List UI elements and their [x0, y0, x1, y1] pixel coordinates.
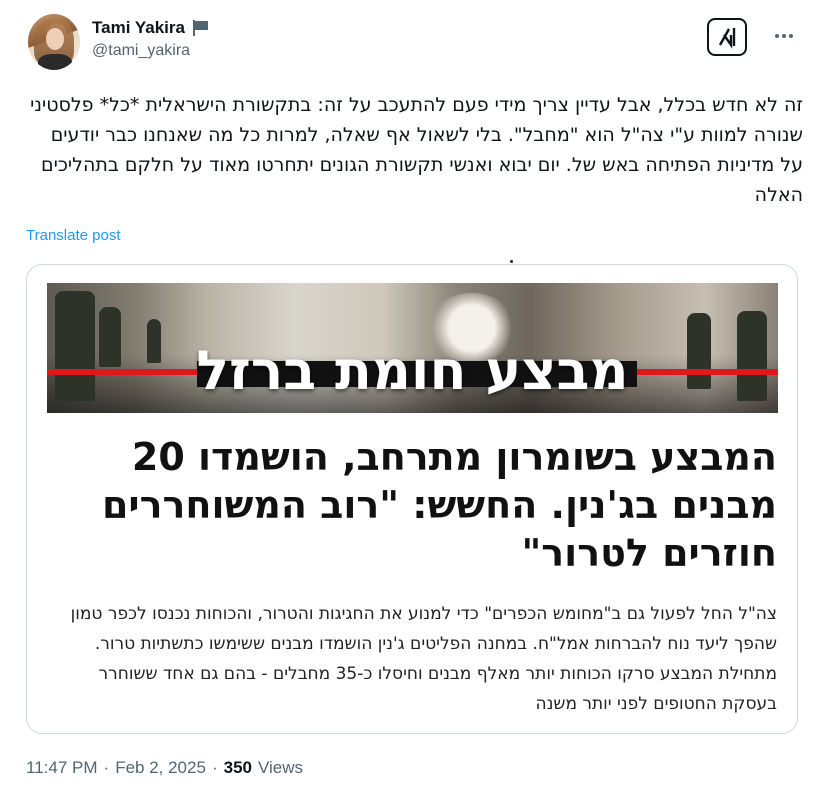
- author-display-name[interactable]: Tami Yakira: [92, 18, 185, 38]
- grok-button[interactable]: [707, 18, 747, 56]
- avatar[interactable]: [28, 14, 80, 70]
- flag-icon: [191, 20, 209, 36]
- article-card[interactable]: מבצע חומת ברזל המבצע בשומרון מתרחב, הושמ…: [26, 264, 798, 734]
- grok-icon: [718, 28, 736, 49]
- card-decoration: [510, 260, 513, 263]
- tweet-date[interactable]: Feb 2, 2025: [115, 758, 206, 778]
- more-icon: [775, 34, 793, 38]
- author-block: Tami Yakira @tami_yakira: [92, 18, 209, 60]
- more-button[interactable]: [769, 24, 799, 48]
- tweet-meta: 11:47 PM · Feb 2, 2025 · 350 Views: [26, 758, 303, 778]
- banner-title: מבצע חומת ברזל: [196, 339, 629, 402]
- translate-post-link[interactable]: Translate post: [26, 227, 121, 244]
- tweet-header: Tami Yakira @tami_yakira: [28, 14, 803, 74]
- views-count[interactable]: 350: [224, 758, 252, 778]
- article-body: צה"ל החל לפעול גם ב"מחומש הכפרים" כדי למ…: [70, 604, 777, 714]
- author-handle[interactable]: @tami_yakira: [92, 42, 209, 60]
- avatar-face: [46, 28, 64, 50]
- article-banner-image: מבצע חומת ברזל: [47, 283, 778, 413]
- views-label[interactable]: Views: [258, 758, 303, 778]
- tweet-time[interactable]: 11:47 PM: [26, 758, 98, 778]
- meta-separator: ·: [103, 758, 110, 777]
- meta-separator: ·: [211, 758, 218, 777]
- author-name-row[interactable]: Tami Yakira: [92, 18, 209, 38]
- article-headline[interactable]: המבצע בשומרון מתרחב, הושמדו 20 מבנים בג'…: [47, 433, 777, 577]
- tweet-text: זה לא חדש בכלל, אבל עדיין צריך מידי פעם …: [30, 94, 803, 206]
- avatar-shirt: [38, 54, 72, 70]
